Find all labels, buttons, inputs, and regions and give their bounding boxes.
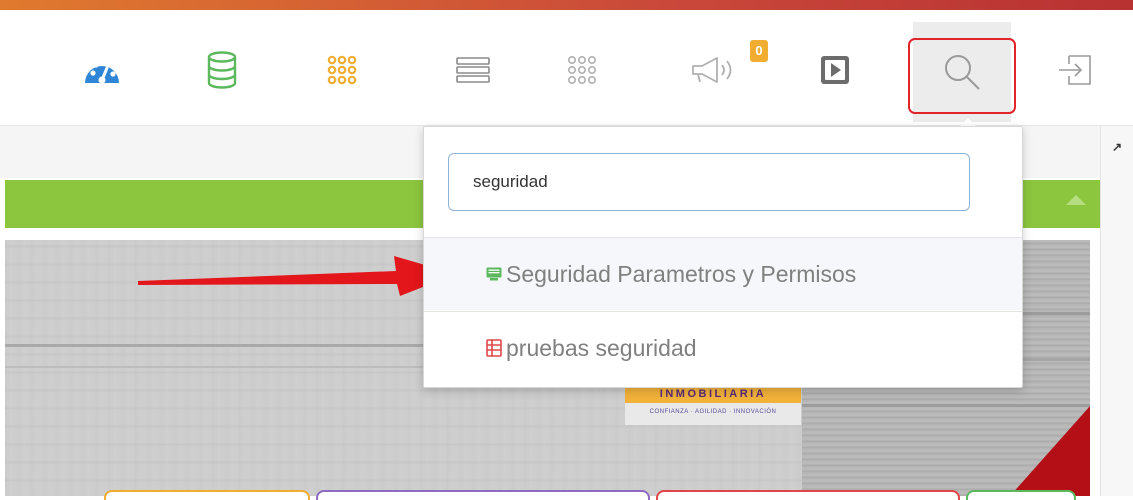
megaphone-icon	[692, 57, 732, 83]
database-icon	[207, 51, 237, 89]
search-input[interactable]	[448, 153, 970, 211]
bottom-tab-orange[interactable]	[104, 490, 310, 500]
search-result-label: Seguridad Parametros y Permisos	[506, 260, 857, 287]
modules-grid-button[interactable]	[537, 30, 627, 110]
play-box-icon	[821, 56, 849, 84]
logout-button[interactable]	[1030, 30, 1120, 110]
notifications-button[interactable]	[670, 30, 760, 110]
logout-icon	[1059, 55, 1091, 85]
grid-dots-icon	[327, 55, 357, 85]
search-result-item[interactable]: Seguridad Parametros y Permisos	[424, 238, 1022, 310]
search-highlight-outline	[908, 38, 1016, 114]
brand-tagline: CONFIANZA · AGILIDAD · INNOVACIÓN	[649, 409, 777, 415]
notification-badge: 0	[750, 40, 768, 62]
monitor-icon	[486, 267, 502, 281]
red-arrow-annotation	[138, 256, 456, 296]
database-button[interactable]	[177, 30, 267, 110]
search-result-label: pruebas seguridad	[506, 334, 697, 361]
speedometer-icon	[85, 59, 119, 84]
play-button[interactable]	[790, 30, 880, 110]
red-corner-decoration	[1010, 406, 1090, 496]
right-side-strip	[1100, 126, 1133, 496]
brand-logo: INMOBILIARIA CONFIANZA · AGILIDAD · INNO…	[625, 385, 801, 425]
bottom-tab-purple[interactable]	[316, 490, 650, 500]
menu-button[interactable]	[428, 30, 518, 110]
menu-lines-icon	[456, 57, 490, 83]
collapse-chevron-icon[interactable]	[1066, 195, 1086, 205]
grid-dots-outline-icon	[567, 55, 596, 84]
top-accent-bar	[0, 0, 1133, 10]
bottom-tab-green[interactable]	[966, 490, 1076, 500]
dashboard-button[interactable]	[57, 30, 147, 110]
apps-grid-button[interactable]	[297, 30, 387, 110]
bottom-tab-red[interactable]	[656, 490, 960, 500]
search-result-item[interactable]: pruebas seguridad	[424, 312, 1022, 384]
search-dropdown: Seguridad Parametros y Permisos pruebas …	[423, 126, 1023, 388]
expand-arrow-icon[interactable]: ↗	[1112, 140, 1122, 154]
report-icon	[486, 339, 502, 357]
